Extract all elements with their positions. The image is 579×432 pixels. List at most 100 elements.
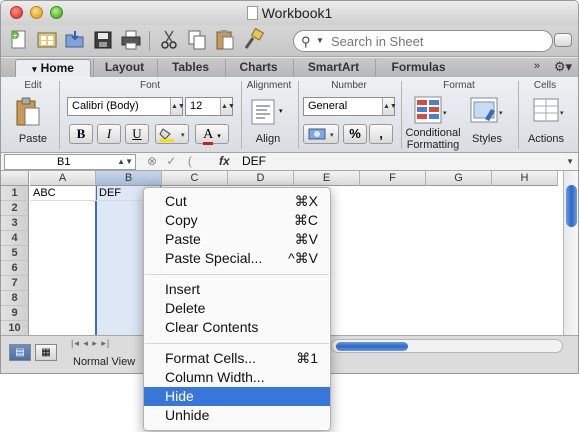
menu-item-copy[interactable]: Copy ⌘C bbox=[144, 211, 330, 230]
group-title-cells: Cells bbox=[533, 80, 557, 91]
formula-expand-icon[interactable]: ▼ bbox=[566, 157, 574, 166]
tab-tables[interactable]: Tables bbox=[157, 59, 223, 77]
name-box[interactable]: B1 ▲▼ bbox=[4, 154, 136, 170]
menu-item-cut[interactable]: Cut ⌘X bbox=[144, 192, 330, 211]
column-header-f[interactable]: F bbox=[360, 171, 426, 186]
tab-smartart[interactable]: SmartArt bbox=[293, 59, 373, 77]
row-header-10[interactable]: 10 bbox=[1, 321, 29, 335]
row-header-9[interactable]: 9 bbox=[1, 306, 29, 321]
font-name-select[interactable]: Calibri (Body) ▲▼ bbox=[67, 97, 185, 116]
cut-icon[interactable] bbox=[157, 28, 181, 52]
row-header-3[interactable]: 3 bbox=[1, 216, 29, 231]
styles-icon[interactable]: ▾ bbox=[469, 95, 505, 127]
open-folder-icon[interactable] bbox=[63, 28, 87, 52]
paste-icon[interactable] bbox=[213, 28, 237, 52]
menu-separator bbox=[144, 268, 330, 280]
conditional-formatting-icon[interactable]: ▾ bbox=[413, 95, 447, 127]
tab-charts[interactable]: Charts bbox=[225, 59, 291, 77]
paste-label[interactable]: Paste bbox=[14, 133, 52, 145]
menu-item-column-width[interactable]: Column Width... bbox=[144, 368, 330, 387]
tab-home[interactable]: ▾ Home bbox=[15, 59, 91, 77]
row-header-4[interactable]: 4 bbox=[1, 231, 29, 246]
menu-item-unhide[interactable]: Unhide bbox=[144, 406, 330, 425]
normal-view-button[interactable]: ▤ bbox=[9, 344, 31, 361]
new-document-icon[interactable]: + bbox=[7, 28, 31, 52]
cell-actions-icon[interactable]: ▾ bbox=[531, 95, 565, 127]
page-layout-view-button[interactable]: ▦ bbox=[35, 344, 57, 361]
column-header-a[interactable]: A bbox=[30, 171, 96, 186]
toolbar-toggle-button[interactable] bbox=[554, 33, 572, 47]
name-box-stepper-icon[interactable]: ▲▼ bbox=[117, 155, 133, 169]
menu-separator bbox=[144, 337, 330, 349]
tab-layout[interactable]: Layout bbox=[93, 59, 155, 77]
italic-button[interactable]: I bbox=[97, 124, 121, 144]
formula-divider-icon: ( bbox=[187, 154, 192, 168]
currency-format-button[interactable]: ▾ bbox=[303, 124, 339, 144]
actions-label[interactable]: Actions bbox=[522, 133, 570, 145]
horizontal-scroll-thumb[interactable] bbox=[336, 342, 408, 351]
svg-text:▾: ▾ bbox=[560, 109, 564, 117]
font-color-dropdown-icon: ▾ bbox=[217, 133, 221, 140]
menu-item-format-cells[interactable]: Format Cells... ⌘1 bbox=[144, 349, 330, 368]
menu-item-paste[interactable]: Paste ⌘V bbox=[144, 230, 330, 249]
vertical-scroll-thumb[interactable] bbox=[566, 185, 577, 227]
column-header-h[interactable]: H bbox=[492, 171, 558, 186]
sheet-navigation-arrows[interactable]: |◂ ◂ ▸ ▸| bbox=[71, 338, 110, 349]
search-field[interactable]: ⚲ ▼ Search in Sheet bbox=[293, 30, 553, 52]
row-header-5[interactable]: 5 bbox=[1, 246, 29, 261]
format-painter-icon[interactable] bbox=[241, 28, 265, 52]
row-header-7[interactable]: 7 bbox=[1, 276, 29, 291]
column-header-c[interactable]: C bbox=[162, 171, 228, 186]
underline-button[interactable]: U bbox=[125, 124, 149, 144]
row-header-6[interactable]: 6 bbox=[1, 261, 29, 276]
svg-text:▾: ▾ bbox=[181, 131, 185, 139]
paste-large-icon[interactable] bbox=[14, 96, 42, 128]
column-header-e[interactable]: E bbox=[294, 171, 360, 186]
percent-button[interactable]: % bbox=[343, 124, 367, 144]
font-color-button[interactable]: A ▾ bbox=[195, 124, 229, 145]
gallery-icon[interactable] bbox=[35, 28, 59, 52]
comma-style-button[interactable]: , bbox=[369, 124, 393, 144]
search-options-caret-icon[interactable]: ▼ bbox=[316, 36, 324, 45]
vertical-scrollbar[interactable] bbox=[563, 171, 578, 335]
menu-item-paste-special[interactable]: Paste Special... ^⌘V bbox=[144, 249, 330, 268]
column-header-d[interactable]: D bbox=[228, 171, 294, 186]
toolbar-separator bbox=[149, 31, 150, 51]
print-icon[interactable] bbox=[119, 28, 143, 52]
formula-input[interactable]: DEF bbox=[242, 154, 562, 170]
number-format-select[interactable]: General ▲▼ bbox=[303, 97, 397, 116]
fill-color-button[interactable]: ▾ bbox=[155, 124, 189, 144]
menu-item-shortcut: ⌘C bbox=[293, 212, 318, 228]
enter-icon[interactable]: ✓ bbox=[166, 154, 176, 168]
conditional-formatting-label[interactable]: Conditional Formatting bbox=[401, 127, 465, 151]
row-header-1[interactable]: 1 bbox=[1, 186, 29, 201]
cancel-icon[interactable]: ⊗ bbox=[147, 154, 157, 168]
standard-toolbar: + ⚲ ▼ Search in Sheet bbox=[1, 25, 578, 57]
select-all-corner[interactable] bbox=[1, 171, 29, 186]
font-size-select[interactable]: 12 ▲▼ bbox=[185, 97, 235, 116]
horizontal-scrollbar[interactable] bbox=[331, 339, 563, 353]
align-label[interactable]: Align bbox=[247, 133, 289, 145]
menu-item-clear-contents[interactable]: Clear Contents bbox=[144, 318, 330, 337]
copy-icon[interactable] bbox=[185, 28, 209, 52]
group-title-alignment: Alignment bbox=[246, 80, 292, 91]
menu-item-insert[interactable]: Insert bbox=[144, 280, 330, 299]
more-tabs-icon[interactable]: » bbox=[534, 60, 540, 72]
bold-button[interactable]: B bbox=[69, 124, 93, 144]
menu-item-hide[interactable]: Hide bbox=[144, 387, 330, 406]
cell-a1[interactable]: ABC bbox=[30, 186, 96, 201]
menu-item-delete[interactable]: Delete bbox=[144, 299, 330, 318]
column-header-b[interactable]: B bbox=[96, 171, 162, 186]
styles-label[interactable]: Styles bbox=[467, 133, 507, 145]
tab-formulas[interactable]: Formulas bbox=[375, 59, 461, 77]
insert-function-button[interactable]: fx bbox=[219, 154, 230, 168]
column-header-g[interactable]: G bbox=[426, 171, 492, 186]
align-icon[interactable] bbox=[251, 99, 275, 125]
row-header-2[interactable]: 2 bbox=[1, 201, 29, 216]
row-header-8[interactable]: 8 bbox=[1, 291, 29, 306]
svg-text:+: + bbox=[12, 31, 19, 40]
save-icon[interactable] bbox=[91, 28, 115, 52]
align-dropdown-icon[interactable]: ▾ bbox=[279, 107, 283, 115]
menu-item-label: Cut bbox=[165, 193, 187, 209]
ribbon-settings-gear-icon[interactable]: ⚙▾ bbox=[554, 59, 572, 75]
